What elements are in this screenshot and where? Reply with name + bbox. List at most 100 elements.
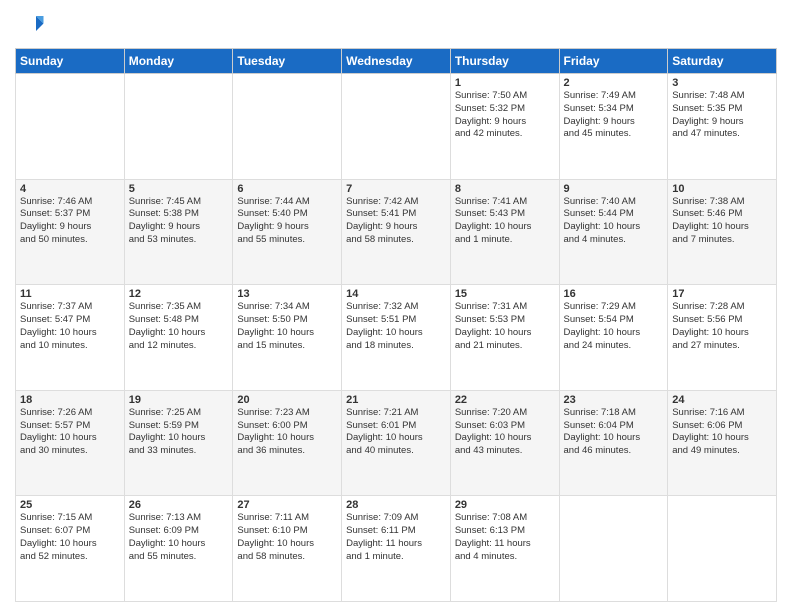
calendar-cell: 8Sunrise: 7:41 AM Sunset: 5:43 PM Daylig… bbox=[450, 179, 559, 285]
day-number: 11 bbox=[20, 288, 120, 300]
calendar-cell bbox=[16, 74, 125, 180]
day-number: 4 bbox=[20, 183, 120, 195]
day-number: 28 bbox=[346, 499, 446, 511]
day-info: Sunrise: 7:23 AM Sunset: 6:00 PM Dayligh… bbox=[237, 407, 337, 458]
calendar-week-row: 11Sunrise: 7:37 AM Sunset: 5:47 PM Dayli… bbox=[16, 285, 777, 391]
calendar-cell: 17Sunrise: 7:28 AM Sunset: 5:56 PM Dayli… bbox=[668, 285, 777, 391]
calendar-cell: 6Sunrise: 7:44 AM Sunset: 5:40 PM Daylig… bbox=[233, 179, 342, 285]
calendar-cell bbox=[342, 74, 451, 180]
calendar-cell: 15Sunrise: 7:31 AM Sunset: 5:53 PM Dayli… bbox=[450, 285, 559, 391]
day-info: Sunrise: 7:08 AM Sunset: 6:13 PM Dayligh… bbox=[455, 512, 555, 563]
day-info: Sunrise: 7:45 AM Sunset: 5:38 PM Dayligh… bbox=[129, 196, 229, 247]
calendar-cell: 27Sunrise: 7:11 AM Sunset: 6:10 PM Dayli… bbox=[233, 496, 342, 602]
day-info: Sunrise: 7:42 AM Sunset: 5:41 PM Dayligh… bbox=[346, 196, 446, 247]
calendar-day-header: Wednesday bbox=[342, 49, 451, 74]
calendar-cell bbox=[668, 496, 777, 602]
day-info: Sunrise: 7:20 AM Sunset: 6:03 PM Dayligh… bbox=[455, 407, 555, 458]
day-info: Sunrise: 7:13 AM Sunset: 6:09 PM Dayligh… bbox=[129, 512, 229, 563]
day-info: Sunrise: 7:15 AM Sunset: 6:07 PM Dayligh… bbox=[20, 512, 120, 563]
calendar-week-row: 4Sunrise: 7:46 AM Sunset: 5:37 PM Daylig… bbox=[16, 179, 777, 285]
day-number: 27 bbox=[237, 499, 337, 511]
day-number: 7 bbox=[346, 183, 446, 195]
day-info: Sunrise: 7:25 AM Sunset: 5:59 PM Dayligh… bbox=[129, 407, 229, 458]
calendar-cell: 18Sunrise: 7:26 AM Sunset: 5:57 PM Dayli… bbox=[16, 390, 125, 496]
day-info: Sunrise: 7:28 AM Sunset: 5:56 PM Dayligh… bbox=[672, 301, 772, 352]
page: SundayMondayTuesdayWednesdayThursdayFrid… bbox=[0, 0, 792, 612]
calendar-day-header: Thursday bbox=[450, 49, 559, 74]
day-info: Sunrise: 7:18 AM Sunset: 6:04 PM Dayligh… bbox=[564, 407, 664, 458]
day-info: Sunrise: 7:40 AM Sunset: 5:44 PM Dayligh… bbox=[564, 196, 664, 247]
calendar-cell: 11Sunrise: 7:37 AM Sunset: 5:47 PM Dayli… bbox=[16, 285, 125, 391]
calendar-cell: 25Sunrise: 7:15 AM Sunset: 6:07 PM Dayli… bbox=[16, 496, 125, 602]
calendar-cell: 12Sunrise: 7:35 AM Sunset: 5:48 PM Dayli… bbox=[124, 285, 233, 391]
day-number: 8 bbox=[455, 183, 555, 195]
day-number: 16 bbox=[564, 288, 664, 300]
day-info: Sunrise: 7:21 AM Sunset: 6:01 PM Dayligh… bbox=[346, 407, 446, 458]
calendar-cell: 3Sunrise: 7:48 AM Sunset: 5:35 PM Daylig… bbox=[668, 74, 777, 180]
day-number: 13 bbox=[237, 288, 337, 300]
day-number: 10 bbox=[672, 183, 772, 195]
calendar-week-row: 25Sunrise: 7:15 AM Sunset: 6:07 PM Dayli… bbox=[16, 496, 777, 602]
calendar-cell: 2Sunrise: 7:49 AM Sunset: 5:34 PM Daylig… bbox=[559, 74, 668, 180]
calendar-cell: 7Sunrise: 7:42 AM Sunset: 5:41 PM Daylig… bbox=[342, 179, 451, 285]
day-number: 17 bbox=[672, 288, 772, 300]
calendar-cell: 13Sunrise: 7:34 AM Sunset: 5:50 PM Dayli… bbox=[233, 285, 342, 391]
calendar-week-row: 1Sunrise: 7:50 AM Sunset: 5:32 PM Daylig… bbox=[16, 74, 777, 180]
day-number: 25 bbox=[20, 499, 120, 511]
day-info: Sunrise: 7:49 AM Sunset: 5:34 PM Dayligh… bbox=[564, 90, 664, 141]
day-info: Sunrise: 7:11 AM Sunset: 6:10 PM Dayligh… bbox=[237, 512, 337, 563]
calendar-day-header: Sunday bbox=[16, 49, 125, 74]
day-number: 3 bbox=[672, 77, 772, 89]
day-number: 15 bbox=[455, 288, 555, 300]
day-info: Sunrise: 7:38 AM Sunset: 5:46 PM Dayligh… bbox=[672, 196, 772, 247]
day-info: Sunrise: 7:32 AM Sunset: 5:51 PM Dayligh… bbox=[346, 301, 446, 352]
logo-icon bbox=[15, 10, 45, 40]
day-info: Sunrise: 7:26 AM Sunset: 5:57 PM Dayligh… bbox=[20, 407, 120, 458]
day-number: 5 bbox=[129, 183, 229, 195]
calendar-table: SundayMondayTuesdayWednesdayThursdayFrid… bbox=[15, 48, 777, 602]
day-info: Sunrise: 7:37 AM Sunset: 5:47 PM Dayligh… bbox=[20, 301, 120, 352]
calendar-cell: 4Sunrise: 7:46 AM Sunset: 5:37 PM Daylig… bbox=[16, 179, 125, 285]
day-number: 6 bbox=[237, 183, 337, 195]
header bbox=[15, 10, 777, 40]
calendar-cell bbox=[233, 74, 342, 180]
calendar-cell: 22Sunrise: 7:20 AM Sunset: 6:03 PM Dayli… bbox=[450, 390, 559, 496]
calendar-cell: 28Sunrise: 7:09 AM Sunset: 6:11 PM Dayli… bbox=[342, 496, 451, 602]
calendar-cell: 19Sunrise: 7:25 AM Sunset: 5:59 PM Dayli… bbox=[124, 390, 233, 496]
day-number: 9 bbox=[564, 183, 664, 195]
calendar-cell: 29Sunrise: 7:08 AM Sunset: 6:13 PM Dayli… bbox=[450, 496, 559, 602]
calendar-day-header: Tuesday bbox=[233, 49, 342, 74]
day-info: Sunrise: 7:41 AM Sunset: 5:43 PM Dayligh… bbox=[455, 196, 555, 247]
day-number: 21 bbox=[346, 394, 446, 406]
calendar-cell: 14Sunrise: 7:32 AM Sunset: 5:51 PM Dayli… bbox=[342, 285, 451, 391]
calendar-cell: 23Sunrise: 7:18 AM Sunset: 6:04 PM Dayli… bbox=[559, 390, 668, 496]
day-info: Sunrise: 7:34 AM Sunset: 5:50 PM Dayligh… bbox=[237, 301, 337, 352]
calendar-cell: 16Sunrise: 7:29 AM Sunset: 5:54 PM Dayli… bbox=[559, 285, 668, 391]
day-info: Sunrise: 7:29 AM Sunset: 5:54 PM Dayligh… bbox=[564, 301, 664, 352]
day-number: 19 bbox=[129, 394, 229, 406]
day-number: 2 bbox=[564, 77, 664, 89]
day-number: 14 bbox=[346, 288, 446, 300]
day-number: 24 bbox=[672, 394, 772, 406]
day-number: 22 bbox=[455, 394, 555, 406]
day-number: 12 bbox=[129, 288, 229, 300]
calendar-cell: 10Sunrise: 7:38 AM Sunset: 5:46 PM Dayli… bbox=[668, 179, 777, 285]
day-number: 1 bbox=[455, 77, 555, 89]
day-info: Sunrise: 7:44 AM Sunset: 5:40 PM Dayligh… bbox=[237, 196, 337, 247]
calendar-cell bbox=[124, 74, 233, 180]
day-number: 26 bbox=[129, 499, 229, 511]
calendar-week-row: 18Sunrise: 7:26 AM Sunset: 5:57 PM Dayli… bbox=[16, 390, 777, 496]
calendar-cell: 21Sunrise: 7:21 AM Sunset: 6:01 PM Dayli… bbox=[342, 390, 451, 496]
calendar-header-row: SundayMondayTuesdayWednesdayThursdayFrid… bbox=[16, 49, 777, 74]
day-info: Sunrise: 7:46 AM Sunset: 5:37 PM Dayligh… bbox=[20, 196, 120, 247]
day-info: Sunrise: 7:35 AM Sunset: 5:48 PM Dayligh… bbox=[129, 301, 229, 352]
day-info: Sunrise: 7:50 AM Sunset: 5:32 PM Dayligh… bbox=[455, 90, 555, 141]
day-number: 23 bbox=[564, 394, 664, 406]
calendar-cell bbox=[559, 496, 668, 602]
logo bbox=[15, 10, 49, 40]
calendar-cell: 5Sunrise: 7:45 AM Sunset: 5:38 PM Daylig… bbox=[124, 179, 233, 285]
day-info: Sunrise: 7:31 AM Sunset: 5:53 PM Dayligh… bbox=[455, 301, 555, 352]
day-info: Sunrise: 7:09 AM Sunset: 6:11 PM Dayligh… bbox=[346, 512, 446, 563]
calendar-day-header: Saturday bbox=[668, 49, 777, 74]
day-info: Sunrise: 7:16 AM Sunset: 6:06 PM Dayligh… bbox=[672, 407, 772, 458]
